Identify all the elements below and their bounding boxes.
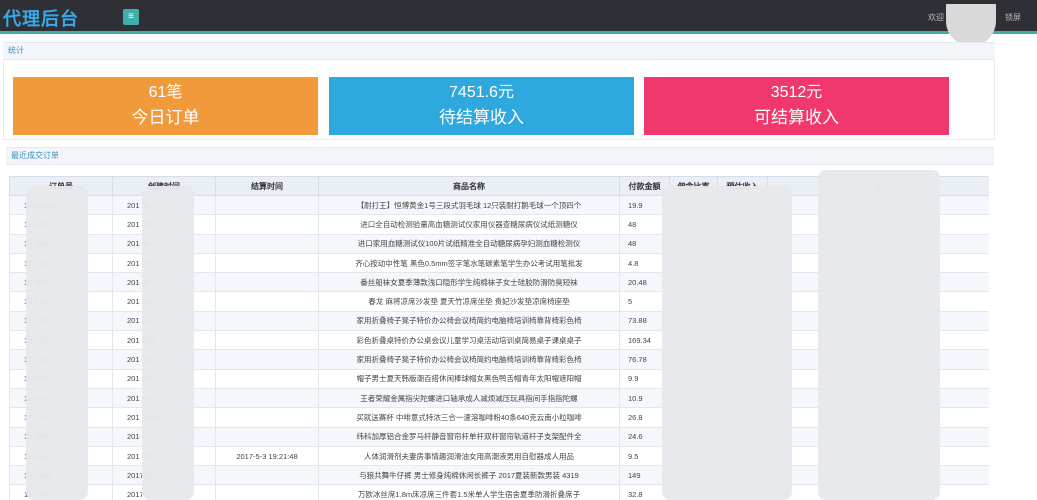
- menu-toggle-button[interactable]: ≡: [123, 9, 139, 25]
- product-name-cell: 王者荣耀金属指尖陀螺进口轴承成人减烦减压玩具指间手指指陀螺: [318, 387, 620, 409]
- product-name-cell: 齐心按动中性笔 黑色0.5mm签字笔水笔碳素笔学生办公考试用笔批发: [318, 252, 620, 274]
- pending-income-card: 7451.6元 待结算收入: [329, 77, 634, 135]
- product-name-cell: 【耐打王】恒博黄金1号三段式羽毛球 12只装耐打鹅毛球一个顶四个: [318, 194, 620, 216]
- stats-panel-title: 统计: [3, 42, 995, 60]
- settled-time-cell: [215, 407, 319, 428]
- product-name-cell: 买就送赛杯 中啡意式特浓三合一速溶咖啡粉40条640克云南小粒咖啡: [318, 407, 620, 428]
- settled-time-cell: 2017-5-3 19:21:48: [215, 445, 319, 467]
- settled-time-cell: [215, 291, 319, 312]
- product-name-cell: 纬科加厚铝合金罗马杆静音窗帘杆单杆双杆窗帘轨道杆子支架配件全: [318, 426, 620, 447]
- settled-time-cell: [215, 272, 319, 293]
- settled-time-cell: [215, 233, 319, 254]
- product-name-cell: 与狼共舞牛仔裤 男士修身纯棉休闲长裤子 2017夏装新款男装 4319: [318, 465, 620, 486]
- redaction-blur: [662, 186, 792, 500]
- product-name-cell: 进口全自动检测验量高血糖测试仪家用仪器查糖尿病仪试纸测糖仪: [318, 214, 620, 235]
- product-name-cell: 家用折叠椅子凳子特价办公椅会议椅简约电脑椅培训椅靠背椅彩色椅: [318, 310, 620, 332]
- product-name-cell: 万欧冰丝席1.8m床凉席三件套1.5米单人学生宿舍夏季防滑折叠席子: [318, 484, 620, 500]
- settled-time-cell: [215, 252, 319, 274]
- today-orders-card: 61笔 今日订单: [13, 77, 318, 135]
- avatar[interactable]: [946, 4, 996, 46]
- product-name-cell: 进口家用血糖测试仪100片试纸精准全自动糖尿病孕妇测血糖检测仪: [318, 233, 620, 254]
- settled-time-cell: [215, 465, 319, 486]
- product-name-cell: 春龙 麻将凉席沙发垫 夏天竹凉席坐垫 贵妃沙发垫凉席椅座垫: [318, 291, 620, 312]
- today-orders-label: 今日订单: [131, 108, 200, 127]
- today-orders-value: 61笔: [148, 84, 183, 101]
- product-name-cell: 家用折叠椅子凳子特价办公椅会议椅简约电脑椅培训椅靠背椅彩色椅: [318, 349, 620, 370]
- settled-time-cell: [215, 194, 319, 216]
- product-name-cell: 人体润滑剂夫妻房事情趣润滑油女用高潮液男用自慰器成人用品: [318, 445, 620, 467]
- settled-time-cell: [215, 349, 319, 370]
- redaction-blur: [26, 186, 88, 500]
- welcome-text: 欢迎: [928, 13, 944, 22]
- settled-income-label: 可结算收入: [754, 108, 839, 127]
- settled-time-cell: [215, 387, 319, 409]
- pending-income-value: 7451.6元: [449, 84, 514, 101]
- redaction-blur: [818, 170, 940, 500]
- settled-income-card: 3512元 可结算收入: [644, 77, 949, 135]
- settled-income-value: 3512元: [770, 84, 823, 101]
- settled-time-cell: [215, 426, 319, 447]
- product-name-cell: 帽子男士夏天韩版潮百搭休闲棒球帽女黑色鸭舌帽青年太阳帽遮阳帽: [318, 368, 620, 389]
- redaction-blur: [142, 186, 194, 500]
- pending-income-label: 待结算收入: [439, 108, 524, 127]
- settled-time-cell: [215, 310, 319, 332]
- top-bar: 代理后台 ≡ 欢迎 锁屏: [0, 0, 1037, 46]
- column-header-product[interactable]: 商品名称: [318, 176, 620, 196]
- product-name-cell: 番丝船袜女夏季薄款浅口隐形学生纯棉袜子女士硅胶防滑防臭短袜: [318, 272, 620, 293]
- lock-screen-link[interactable]: 锁屏: [1005, 12, 1021, 23]
- settled-time-cell: [215, 484, 319, 500]
- column-header-settled[interactable]: 结算时间: [215, 176, 319, 196]
- settled-time-cell: [215, 368, 319, 389]
- settled-time-cell: [215, 214, 319, 235]
- app-title: 代理后台: [3, 9, 79, 29]
- product-name-cell: 彩色折叠桌特价办公桌会议儿童学习桌活动培训桌简易桌子课桌桌子: [318, 330, 620, 351]
- recent-orders-title: 最近成交订单: [6, 147, 994, 165]
- settled-time-cell: [215, 330, 319, 351]
